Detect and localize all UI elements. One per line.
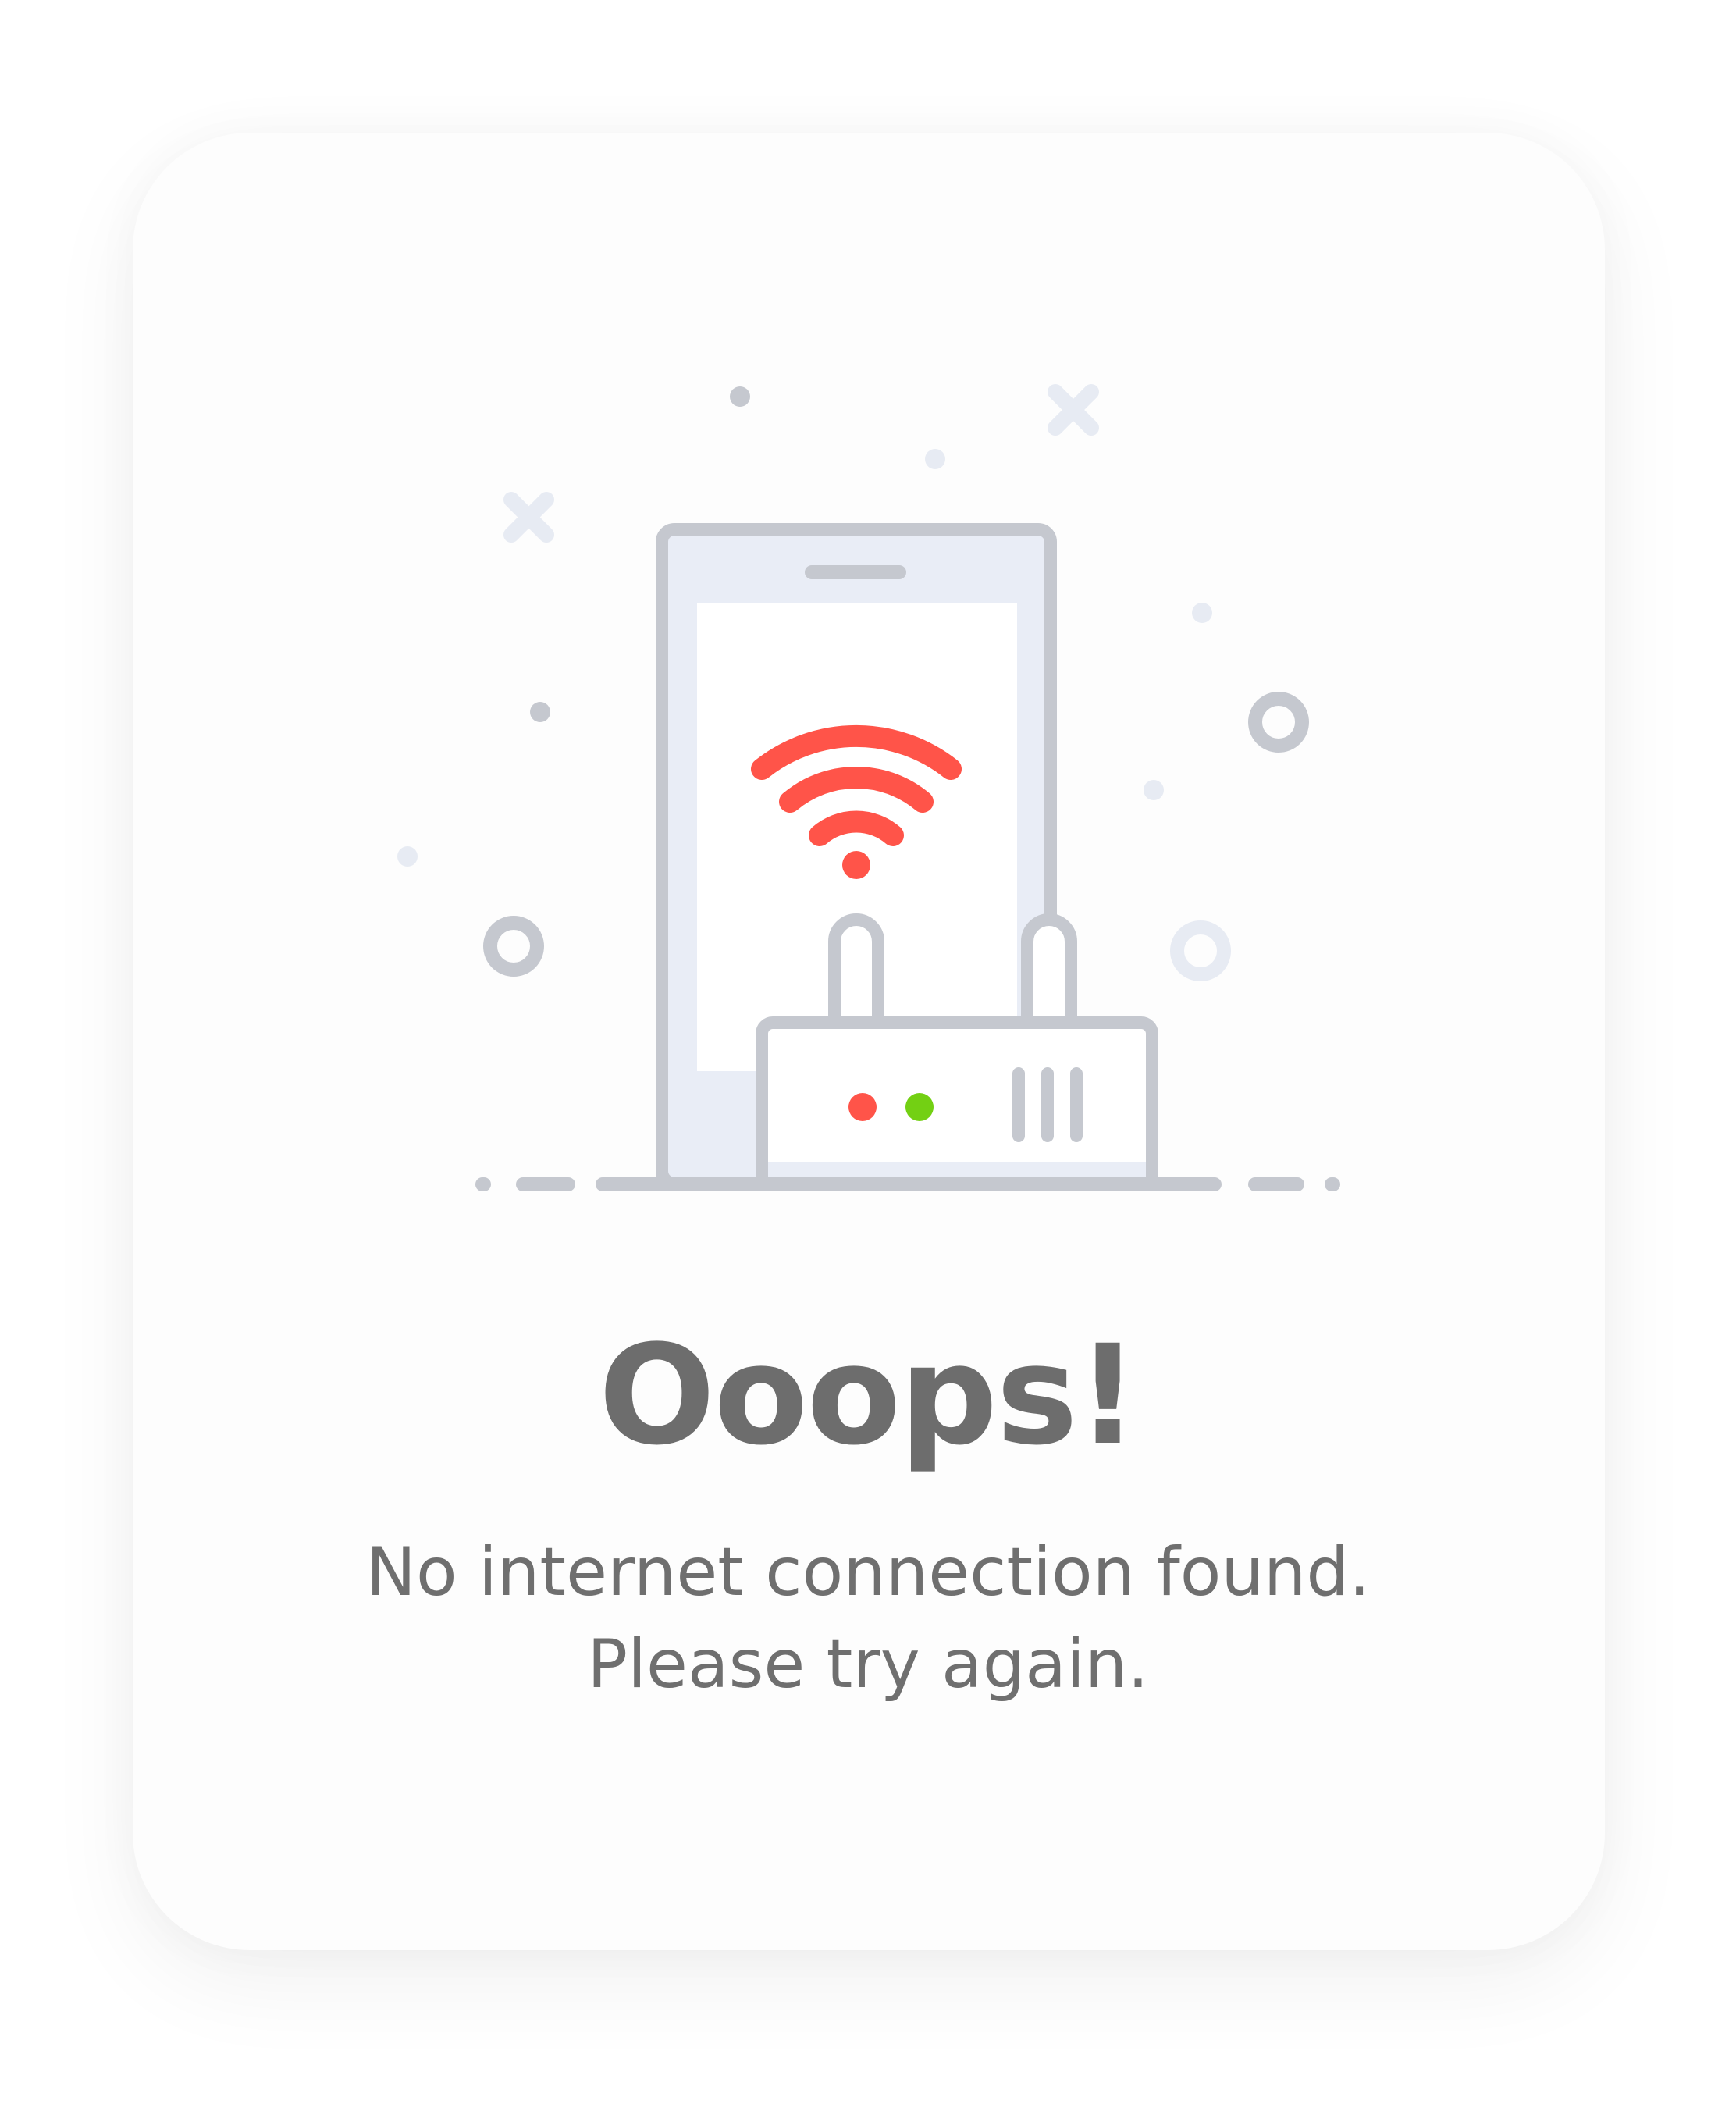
router-body	[756, 1016, 1158, 1190]
error-title: Ooops!	[598, 1315, 1139, 1476]
ring-decor	[483, 916, 544, 977]
router-led-green	[905, 1093, 934, 1121]
dot-decor	[397, 846, 418, 867]
router-led-red	[848, 1093, 877, 1121]
page: Ooops! No internet connection found. Ple…	[0, 0, 1736, 2111]
error-message-line2: Please try again.	[587, 1625, 1149, 1703]
dot-decor	[730, 386, 750, 407]
ring-decor	[1248, 692, 1309, 753]
router-antenna-left	[828, 913, 884, 1019]
dot-decor	[925, 449, 945, 469]
dot-decor	[1144, 780, 1164, 800]
dot-decor	[530, 702, 550, 722]
error-message-line1: No internet connection found.	[365, 1533, 1371, 1611]
dot-decor	[1192, 603, 1212, 623]
ring-decor	[1170, 920, 1231, 981]
router-antenna-right	[1021, 913, 1077, 1019]
no-connection-illustration	[397, 384, 1340, 1191]
cross-decor	[503, 492, 554, 543]
error-message: No internet connection found. Please try…	[0, 1526, 1736, 1711]
cross-decor	[1048, 384, 1099, 436]
